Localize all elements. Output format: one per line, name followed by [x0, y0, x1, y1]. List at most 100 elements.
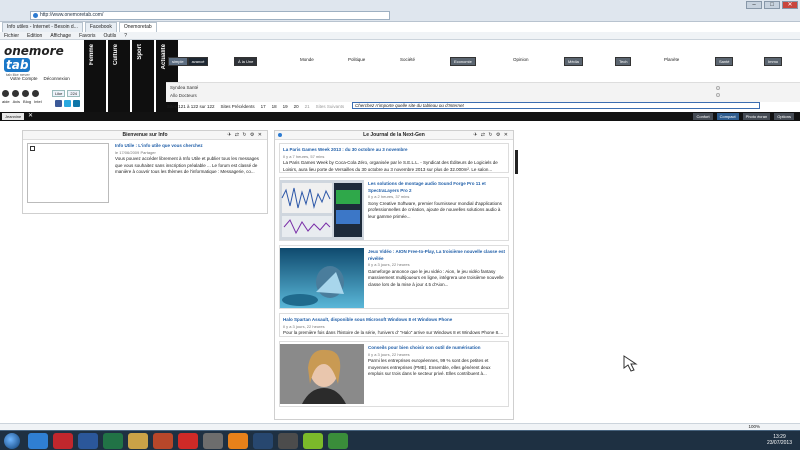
portrait-thumbnail[interactable]: [280, 344, 364, 404]
explorer-icon[interactable]: [128, 433, 148, 449]
zoom-level[interactable]: 100%: [748, 424, 760, 429]
pager-page[interactable]: 18: [271, 104, 278, 109]
pager-summary: Sites 121 à 122 sur 122: [167, 103, 215, 109]
word-icon[interactable]: [78, 433, 98, 449]
widget-tools[interactable]: ✈ ⇄ ↻ ⚙ ✕: [227, 132, 263, 138]
nav-politique[interactable]: Politique: [348, 57, 365, 62]
nav-opinion[interactable]: Opinion: [513, 57, 529, 62]
info-link[interactable]: Info Utile : L'info utile que vous cherc…: [115, 143, 203, 148]
app-icon[interactable]: [53, 433, 73, 449]
blog-icon[interactable]: [22, 90, 29, 97]
filezilla-icon[interactable]: [178, 433, 198, 449]
widget-scrollbar[interactable]: [515, 150, 518, 174]
nav-tech[interactable]: Tech: [615, 57, 632, 66]
minimize-button[interactable]: –: [746, 1, 762, 9]
app-icon[interactable]: [228, 433, 248, 449]
view-simple-button[interactable]: simple: [168, 57, 188, 66]
article-body: Pour la première fois dans l'histoire de…: [283, 330, 504, 335]
rss-icon[interactable]: [12, 90, 19, 97]
pager-page[interactable]: 19: [282, 104, 289, 109]
view-advanced-button[interactable]: avancé: [187, 57, 209, 66]
widget-header: Le Journal de la Next-Gen ✈ ⇄ ↻ ⚙ ✕: [275, 131, 513, 140]
excel-icon[interactable]: [103, 433, 123, 449]
nvidia-icon[interactable]: [303, 433, 323, 449]
info-thumbnail[interactable]: [27, 143, 109, 203]
share-link[interactable]: Partager: [141, 150, 156, 155]
pager-page[interactable]: 21: [304, 104, 311, 109]
linkedin-icon[interactable]: [73, 100, 80, 107]
browser-tab[interactable]: Info utiles - Internet - Besoin d...: [2, 22, 83, 32]
start-button[interactable]: [4, 433, 20, 449]
article-meta: Il y a 3 jours, 22 heures: [283, 323, 325, 329]
menu-item-affichage[interactable]: Affichage: [50, 32, 71, 39]
nav-economie[interactable]: Economie: [450, 57, 476, 66]
list-item[interactable]: Syndea Santé: [170, 85, 198, 90]
layout-confort-button[interactable]: Confort: [693, 113, 713, 120]
menu-item-edition[interactable]: Edition: [27, 32, 42, 39]
toolbar-bar: Jeannine ✕ Confort Compact Photo écran O…: [0, 112, 800, 121]
topic-nav: simple avancé À la Une Monde Politique S…: [166, 40, 800, 88]
intel-icon[interactable]: [32, 90, 39, 97]
nav-societe[interactable]: Société: [400, 57, 415, 62]
like-count: 224: [67, 90, 81, 97]
article-title[interactable]: Conseils pour bien choisir son outil de …: [368, 345, 481, 350]
app-icon[interactable]: [203, 433, 223, 449]
radio-controls: [716, 86, 730, 100]
maximize-button[interactable]: □: [764, 1, 780, 9]
layout-photo-button[interactable]: Photo écran: [742, 113, 771, 120]
widget-tools[interactable]: ✈ ⇄ ↻ ⚙ ✕: [473, 132, 509, 138]
user-tab[interactable]: Jeannine: [2, 113, 25, 120]
info-item: Info Utile : L'info utile que vous cherc…: [27, 143, 263, 207]
menu-item-favoris[interactable]: Favoris: [79, 32, 95, 39]
nav-monde[interactable]: Monde: [300, 57, 314, 62]
nav-immo[interactable]: Immo: [764, 57, 782, 66]
audio-editor-thumbnail[interactable]: [280, 180, 364, 240]
article-title[interactable]: Halo Spartan Assault, disponible sous Mi…: [283, 317, 452, 322]
app-icon[interactable]: [278, 433, 298, 449]
media-icon[interactable]: [253, 433, 273, 449]
close-button[interactable]: ✕: [782, 1, 798, 9]
vtab-culture[interactable]: Culture: [108, 40, 130, 112]
article-title[interactable]: Jeux Vidéo : AION Free-to-Play, La trois…: [368, 249, 505, 261]
article-title[interactable]: Les solutions de montage audio Sound For…: [368, 181, 486, 193]
vtab-sport[interactable]: Sport: [132, 40, 154, 112]
nav-a-la-une[interactable]: À la Une: [234, 57, 258, 66]
menu-item-help[interactable]: ?: [124, 32, 127, 39]
powerpoint-icon[interactable]: [153, 433, 173, 449]
app-icon[interactable]: [328, 433, 348, 449]
like-button[interactable]: Like: [52, 90, 66, 97]
nav-planete[interactable]: Planète: [664, 57, 679, 62]
checkbox-icon[interactable]: [30, 146, 35, 151]
nav-sante[interactable]: Santé: [715, 57, 734, 66]
article-body: La Paris Games Week by Coca-Cola Zéro, o…: [283, 160, 498, 172]
list-item[interactable]: Allo Docteurs: [170, 93, 197, 98]
logout-link[interactable]: Déconnexion: [44, 76, 70, 81]
vtab-femme[interactable]: Femme: [84, 40, 106, 112]
layout-compact-button[interactable]: Compact: [716, 113, 739, 120]
browser-tab[interactable]: Facebook: [84, 22, 117, 32]
pager-page[interactable]: 17: [260, 104, 267, 109]
system-clock[interactable]: 13:29 23/07/2013: [767, 434, 792, 446]
account-link[interactable]: Votre Compte: [10, 76, 38, 81]
browser-chrome: http://www.onemoretab.com/ – □ ✕: [0, 0, 800, 22]
nav-media[interactable]: Média: [564, 57, 583, 66]
site-logo[interactable]: onemoretab tab like never: [4, 44, 76, 77]
pager-page[interactable]: 20: [293, 104, 300, 109]
facebook-icon[interactable]: [55, 100, 62, 107]
close-tab-icon[interactable]: ✕: [28, 113, 33, 119]
pager-next-link[interactable]: Sites Suivants: [315, 104, 346, 109]
radio-button[interactable]: [716, 93, 720, 97]
twitter-icon[interactable]: [64, 100, 71, 107]
menu-item-outils[interactable]: Outils: [103, 32, 116, 39]
site-search-input[interactable]: Cherchez n'importe quelle site du tablea…: [352, 102, 760, 109]
browser-tab-active[interactable]: Onemoretab: [118, 22, 157, 32]
pager-prev-link[interactable]: Sites Précédents: [220, 104, 256, 109]
article-title[interactable]: La Paris Games Week 2013 : du 30 octobre…: [283, 147, 407, 152]
menu-item-fichier[interactable]: Fichier: [4, 32, 19, 39]
help-icon[interactable]: [2, 90, 9, 97]
address-bar[interactable]: http://www.onemoretab.com/: [30, 11, 390, 20]
ie-icon[interactable]: [28, 433, 48, 449]
options-button[interactable]: Options: [774, 113, 794, 120]
radio-button[interactable]: [716, 86, 720, 90]
aion-game-thumbnail[interactable]: [280, 248, 364, 308]
